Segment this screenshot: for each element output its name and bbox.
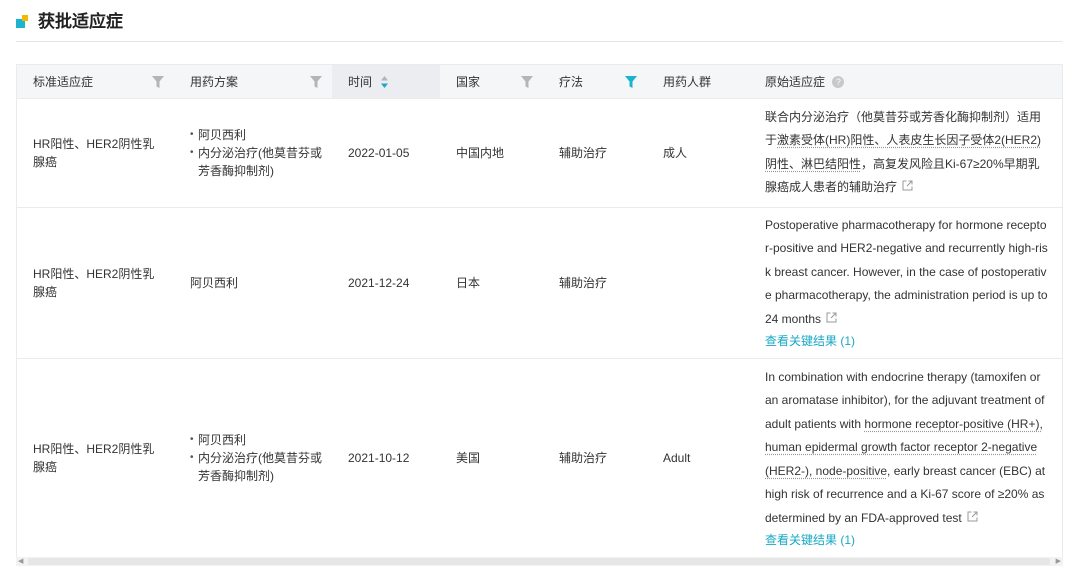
table-row: HR阳性、HER2阴性乳腺癌 阿贝西利 内分泌治疗(他莫昔芬或芳香酶抑制剂) 2… (17, 98, 1062, 208)
cell-time: 2021-12-24 (332, 207, 440, 359)
cell-original: In combination with endocrine therapy (t… (749, 358, 1062, 558)
cell-country: 中国内地 (440, 98, 543, 208)
external-link-icon[interactable] (902, 180, 913, 191)
regimen-item: 阿贝西利 (190, 126, 322, 144)
column-header-country[interactable]: 国家 (440, 65, 543, 99)
sort-icon[interactable] (381, 75, 389, 88)
column-header-regimen[interactable]: 用药方案 (174, 65, 332, 99)
column-header-original-label: 原始适应症 (765, 74, 826, 89)
cell-regimen: 阿贝西利 内分泌治疗(他莫昔芬或芳香酶抑制剂) (174, 358, 332, 558)
table-header-row: 标准适应症 用药方案 时间 国家 疗法 用药人群 原始适应症 ? (17, 65, 1062, 99)
cell-therapy: 辅助治疗 (543, 358, 647, 558)
column-header-standard[interactable]: 标准适应症 (17, 65, 174, 99)
regimen-item: 内分泌治疗(他莫昔芬或芳香酶抑制剂) (190, 449, 322, 485)
cell-regimen: 阿贝西利 内分泌治疗(他莫昔芬或芳香酶抑制剂) (174, 98, 332, 208)
cell-time: 2022-01-05 (332, 98, 440, 208)
cell-therapy: 辅助治疗 (543, 98, 647, 208)
column-header-regimen-label: 用药方案 (190, 74, 239, 89)
cell-country: 日本 (440, 207, 543, 359)
filter-icon[interactable] (310, 76, 322, 88)
column-header-country-label: 国家 (456, 74, 481, 89)
horizontal-scrollbar[interactable]: ◀ ▶ (16, 557, 1063, 566)
cell-original: 联合内分泌治疗（他莫昔芬或芳香化酶抑制剂）适用于激素受体(HR)阳性、人表皮生长… (749, 98, 1062, 208)
regimen-item: 阿贝西利 (190, 431, 322, 449)
cell-original: Postoperative pharmacotherapy for hormon… (749, 207, 1062, 359)
cell-population (647, 207, 749, 359)
cell-standard: HR阳性、HER2阴性乳腺癌 (17, 358, 174, 558)
column-header-population: 用药人群 (647, 65, 749, 99)
scroll-thumb[interactable] (28, 558, 1050, 565)
page-title: 获批适应症 (38, 12, 123, 31)
column-header-therapy-label: 疗法 (559, 74, 584, 89)
column-header-time[interactable]: 时间 (332, 65, 440, 99)
filter-icon-active[interactable] (625, 76, 637, 88)
cell-therapy: 辅助治疗 (543, 207, 647, 359)
table-row: HR阳性、HER2阴性乳腺癌 阿贝西利 2021-12-24 日本 辅助治疗 P… (17, 207, 1062, 359)
cell-country: 美国 (440, 358, 543, 558)
cell-standard: HR阳性、HER2阴性乳腺癌 (17, 207, 174, 359)
section-title-icon (16, 15, 28, 29)
column-header-original: 原始适应症 ? (749, 65, 1062, 99)
original-text: Postoperative pharmacotherapy for hormon… (765, 217, 1048, 326)
scroll-left-icon[interactable]: ◀ (18, 558, 23, 565)
help-icon[interactable]: ? (832, 75, 845, 88)
table-row: HR阳性、HER2阴性乳腺癌 阿贝西利 内分泌治疗(他莫昔芬或芳香酶抑制剂) 2… (17, 358, 1062, 558)
cell-regimen: 阿贝西利 (174, 207, 332, 359)
view-key-results-link[interactable]: 查看关键结果 (1) (765, 530, 1050, 550)
cell-population: 成人 (647, 98, 749, 208)
view-key-results-link[interactable]: 查看关键结果 (1) (765, 331, 1050, 351)
cell-standard: HR阳性、HER2阴性乳腺癌 (17, 98, 174, 208)
column-header-population-label: 用药人群 (663, 74, 712, 89)
external-link-icon[interactable] (967, 511, 978, 522)
cell-time: 2021-10-12 (332, 358, 440, 558)
filter-icon[interactable] (521, 76, 533, 88)
column-header-time-label: 时间 (348, 74, 373, 89)
cell-population: Adult (647, 358, 749, 558)
indication-table: 标准适应症 用药方案 时间 国家 疗法 用药人群 原始适应症 ? HR阳性、HE… (16, 64, 1063, 558)
filter-icon[interactable] (152, 76, 164, 88)
external-link-icon[interactable] (826, 312, 837, 323)
column-header-therapy[interactable]: 疗法 (543, 65, 647, 99)
scroll-right-icon[interactable]: ▶ (1056, 558, 1061, 565)
column-header-standard-label: 标准适应症 (33, 74, 94, 89)
section-header: 获批适应症 (16, 0, 1062, 42)
regimen-item: 内分泌治疗(他莫昔芬或芳香酶抑制剂) (190, 144, 322, 180)
